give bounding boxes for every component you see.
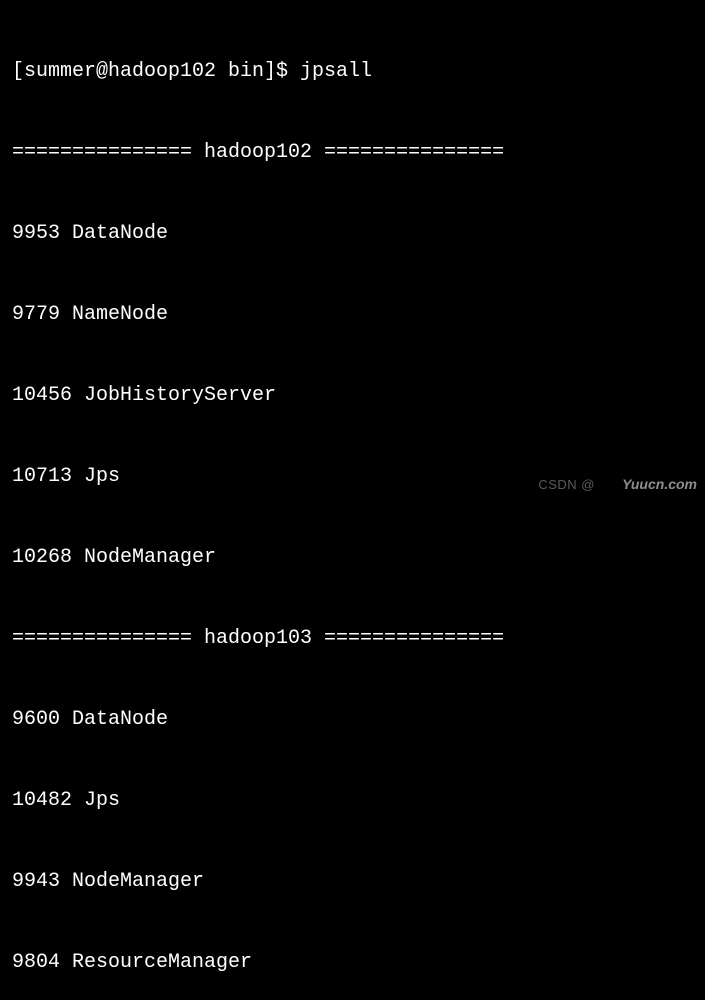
command-text: jpsall: [300, 60, 372, 83]
process-line: 9953 DataNode: [12, 220, 693, 247]
shell-prompt: [summer@hadoop102 bin]$: [12, 60, 300, 83]
watermark-csdn: CSDN @: [538, 476, 595, 494]
section-header: =============== hadoop102 ==============…: [12, 139, 693, 166]
watermark-yuucn: Yuucn.com: [622, 475, 697, 494]
process-line: 10268 NodeManager: [12, 544, 693, 571]
process-line: 10456 JobHistoryServer: [12, 382, 693, 409]
process-line: 9943 NodeManager: [12, 868, 693, 895]
process-line: 9804 ResourceManager: [12, 949, 693, 976]
terminal-output[interactable]: [summer@hadoop102 bin]$ jpsall =========…: [12, 4, 693, 1000]
prompt-line-1: [summer@hadoop102 bin]$ jpsall: [12, 58, 693, 85]
process-line: 10482 Jps: [12, 787, 693, 814]
process-line: 9779 NameNode: [12, 301, 693, 328]
process-line: 9600 DataNode: [12, 706, 693, 733]
section-header: =============== hadoop103 ==============…: [12, 625, 693, 652]
